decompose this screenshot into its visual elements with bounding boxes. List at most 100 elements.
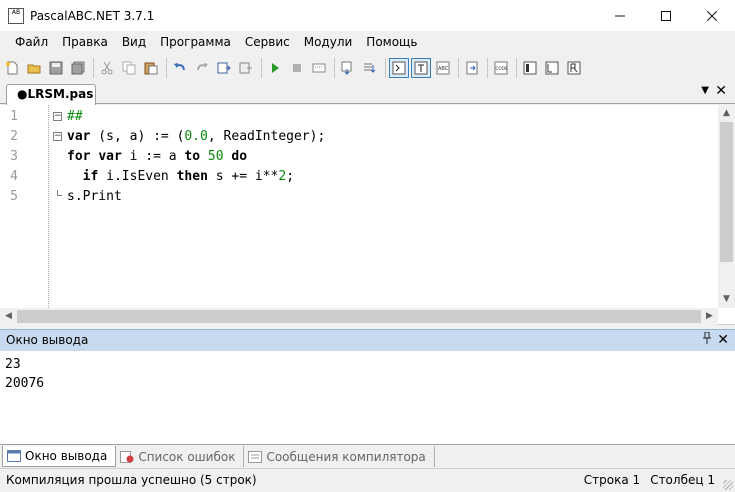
- scroll-right-icon[interactable]: ▶: [701, 308, 718, 325]
- menu-bar: Файл Правка Вид Программа Сервис Модули …: [0, 31, 735, 54]
- abc-button[interactable]: ABC: [433, 58, 453, 78]
- reset-button[interactable]: [564, 58, 584, 78]
- code-line-2: var (s, a) := (0.0, ReadInteger);: [67, 127, 325, 147]
- build-icon: [239, 62, 252, 74]
- menu-program[interactable]: Программа: [153, 31, 238, 54]
- output-window[interactable]: 23 20076: [0, 351, 735, 444]
- line-number: 2: [10, 129, 18, 144]
- save-icon: [49, 61, 63, 75]
- pin-icon[interactable]: [703, 331, 711, 347]
- undo-button[interactable]: [170, 58, 190, 78]
- stop-icon: [293, 64, 301, 72]
- cut-button[interactable]: [97, 58, 117, 78]
- fold-toggle-icon[interactable]: −: [53, 132, 62, 141]
- open-button[interactable]: [24, 58, 44, 78]
- minimize-button[interactable]: [597, 0, 643, 31]
- keyword-token: for: [67, 149, 91, 164]
- new-file-button[interactable]: [2, 58, 22, 78]
- output-close-icon[interactable]: ✕: [717, 330, 729, 351]
- output-line: 23: [5, 357, 21, 372]
- compile-icon: [217, 62, 231, 74]
- menu-edit[interactable]: Правка: [55, 31, 115, 54]
- redo-button[interactable]: [192, 58, 212, 78]
- editor-horizontal-scrollbar[interactable]: ◀ ▶: [0, 308, 718, 325]
- col-value: 1: [707, 473, 715, 487]
- code-token: , ReadInteger);: [207, 129, 326, 144]
- col-label: Столбец: [650, 473, 704, 487]
- fold-toggle-icon[interactable]: −: [53, 112, 62, 121]
- code-token: (s, a) := (: [90, 129, 185, 144]
- bottom-panel-tabs: Окно вывода Список ошибок Сообщения комп…: [0, 444, 735, 468]
- code-token: s += i**: [207, 169, 279, 184]
- editor-vertical-scrollbar[interactable]: ▲ ▼: [718, 105, 735, 308]
- code-icon: CODE: [494, 61, 508, 75]
- menu-modules[interactable]: Модули: [297, 31, 360, 54]
- document-tab-strip: ●LRSM.pas ▼ ✕: [0, 82, 735, 105]
- compile-button[interactable]: [214, 58, 234, 78]
- scroll-thumb[interactable]: [17, 310, 701, 323]
- new-file-icon: [6, 61, 18, 75]
- menu-view[interactable]: Вид: [115, 31, 153, 54]
- tab-output-window[interactable]: Окно вывода: [2, 446, 117, 467]
- build-button[interactable]: [236, 58, 256, 78]
- code-text: ## var (s, a) := (0.0, ReadInteger); for…: [67, 107, 325, 207]
- code-token: ;: [286, 169, 295, 184]
- app-icon: AB: [8, 7, 24, 24]
- paste-button[interactable]: [141, 58, 161, 78]
- output-button[interactable]: [462, 58, 482, 78]
- keyword-token: if: [82, 169, 99, 184]
- text-button[interactable]: [411, 58, 431, 78]
- compiler-messages-icon: [248, 450, 263, 463]
- step-into-button[interactable]: [338, 58, 358, 78]
- tab-label: Список ошибок: [138, 449, 236, 464]
- code-line-1: ##: [67, 107, 325, 127]
- step-over-button[interactable]: [360, 58, 380, 78]
- window-controls: [597, 0, 735, 31]
- console-button[interactable]: [389, 58, 409, 78]
- keyword-token: then: [176, 169, 208, 184]
- scroll-thumb[interactable]: [720, 122, 733, 262]
- debug-button[interactable]: [309, 58, 329, 78]
- tab-close-icon[interactable]: ✕: [715, 83, 727, 99]
- toolbar-separator: [385, 58, 386, 78]
- code-button[interactable]: CODE: [491, 58, 511, 78]
- document-tab-lrsm[interactable]: ●LRSM.pas: [6, 84, 96, 105]
- cursor-position: Строка 1 Столбец 1: [584, 469, 715, 492]
- menu-file[interactable]: Файл: [8, 31, 55, 54]
- minimize-icon: [615, 15, 625, 16]
- copy-button[interactable]: [119, 58, 139, 78]
- row-label: Строка: [583, 473, 629, 487]
- close-button[interactable]: [689, 0, 735, 31]
- undo-icon: [174, 63, 185, 71]
- reset-icon: [567, 61, 581, 75]
- close-icon: [707, 10, 717, 21]
- pascal-ide-window: AB PascalABC.NET 3.7.1 Файл Правка Вид П…: [0, 0, 735, 492]
- tab-list-dropdown-icon[interactable]: ▼: [701, 85, 709, 96]
- stop-button[interactable]: [287, 58, 307, 78]
- paste-icon: [144, 62, 158, 75]
- line-number: 1: [10, 109, 18, 124]
- save-button[interactable]: [46, 58, 66, 78]
- menu-help[interactable]: Помощь: [359, 31, 424, 54]
- resize-grip-icon[interactable]: [723, 480, 733, 490]
- number-token: 0.0: [184, 129, 208, 144]
- number-token: 50: [207, 149, 224, 164]
- scroll-down-icon[interactable]: ▼: [718, 291, 735, 308]
- save-all-button[interactable]: [68, 58, 88, 78]
- tab-error-list[interactable]: Список ошибок: [116, 446, 245, 467]
- code-token: s.Print: [67, 189, 122, 204]
- keyword-token: var: [98, 149, 122, 164]
- tab-compiler-messages[interactable]: Сообщения компилятора: [244, 446, 435, 467]
- run-button[interactable]: [265, 58, 285, 78]
- step-over-icon: [364, 63, 376, 73]
- scroll-left-icon[interactable]: ◀: [0, 308, 17, 325]
- menu-service[interactable]: Сервис: [238, 31, 297, 54]
- run-to-cursor-button[interactable]: [542, 58, 562, 78]
- scroll-up-icon[interactable]: ▲: [718, 105, 735, 122]
- maximize-button[interactable]: [643, 0, 689, 31]
- code-editor[interactable]: 1 2 3 4 5 − − ## var (s, a) := (0.0, Rea…: [0, 105, 735, 325]
- number-token: 2: [278, 169, 287, 184]
- toolbar-separator: [516, 58, 517, 78]
- form-button[interactable]: [520, 58, 540, 78]
